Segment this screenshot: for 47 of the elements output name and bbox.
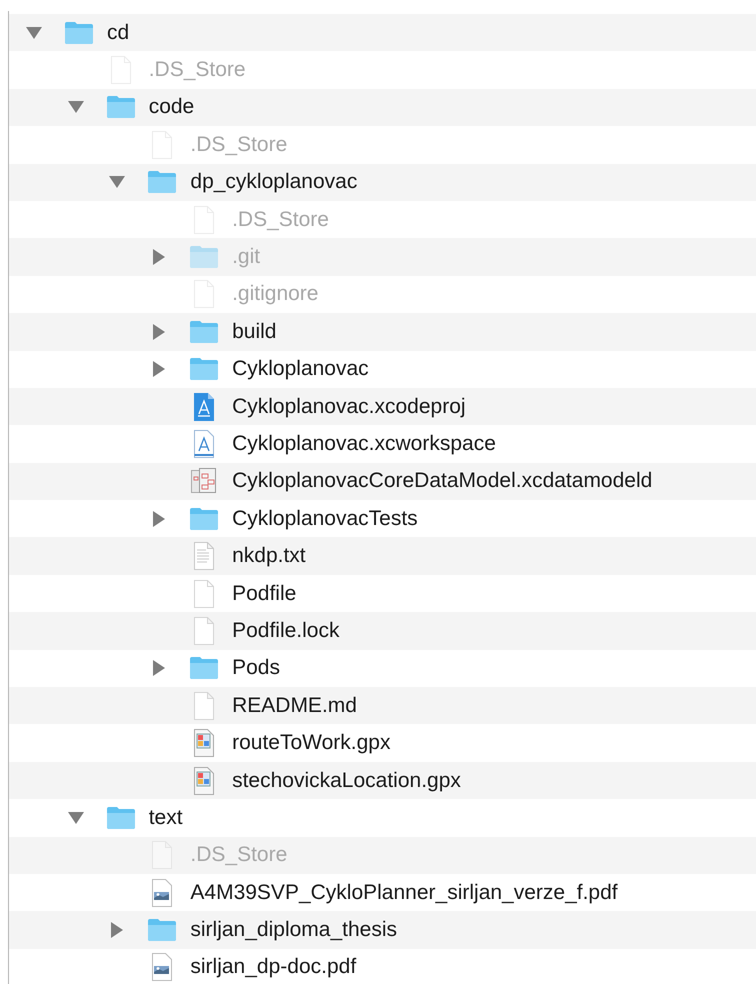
- blueprint-document-icon: [192, 392, 216, 422]
- document-icon: [192, 690, 216, 721]
- file-name[interactable]: text: [148, 806, 183, 830]
- disclosure-triangle-icon[interactable]: [153, 361, 166, 378]
- disclosure-triangle-icon[interactable]: [153, 249, 166, 266]
- document-icon: [192, 578, 216, 609]
- blueprint-document-icon: [192, 428, 216, 459]
- folder-icon: [106, 806, 136, 830]
- disclosure-triangle-icon[interactable]: [26, 26, 42, 39]
- disclosure-triangle-icon[interactable]: [153, 324, 166, 340]
- text-document-icon: [192, 541, 216, 572]
- folder-icon: [147, 918, 178, 942]
- file-name[interactable]: build: [232, 320, 276, 344]
- file-name[interactable]: Pods: [232, 656, 280, 680]
- folder-icon: [64, 20, 94, 45]
- folder-icon: [147, 170, 178, 194]
- map-document-icon: [192, 766, 216, 796]
- folder-icon: [189, 506, 220, 531]
- file-name[interactable]: Cykloplanovac: [232, 357, 369, 382]
- disclosure-triangle-icon[interactable]: [153, 510, 166, 527]
- file-name[interactable]: Podfile: [232, 582, 296, 606]
- file-name[interactable]: A4M39SVP_CykloPlanner_sirljan_verze_f.pdf: [190, 880, 618, 905]
- file-name[interactable]: code: [148, 95, 194, 120]
- document-icon: [192, 616, 216, 646]
- folder-icon: [189, 320, 220, 344]
- file-name[interactable]: sirljan_dp-doc.pdf: [190, 955, 356, 980]
- file-name[interactable]: Cykloplanovac.xcworkspace: [232, 432, 496, 456]
- disclosure-triangle-icon[interactable]: [111, 922, 124, 938]
- file-name[interactable]: routeToWork.gpx: [232, 731, 390, 756]
- pdf-document-icon: [150, 878, 174, 908]
- folder-icon: [189, 357, 220, 382]
- file-name[interactable]: dp_cykloplanovac: [190, 170, 358, 194]
- file-name[interactable]: cd: [107, 20, 130, 45]
- file-name[interactable]: stechovickaLocation.gpx: [232, 768, 461, 792]
- file-name[interactable]: CykloplanovacTests: [232, 506, 418, 531]
- disclosure-triangle-icon[interactable]: [68, 101, 84, 114]
- file-name[interactable]: nkdp.txt: [232, 544, 306, 568]
- file-name[interactable]: README.md: [232, 694, 357, 718]
- folder-icon: [189, 245, 220, 270]
- file-name[interactable]: sirljan_diploma_thesis: [190, 918, 397, 942]
- disclosure-triangle-icon[interactable]: [68, 812, 84, 824]
- folder-icon: [189, 656, 220, 680]
- disclosure-triangle-icon[interactable]: [109, 176, 126, 188]
- folder-icon: [106, 95, 136, 120]
- map-document-icon: [192, 728, 216, 758]
- file-name[interactable]: Podfile.lock: [232, 618, 340, 643]
- disclosure-triangle-icon[interactable]: [153, 660, 166, 676]
